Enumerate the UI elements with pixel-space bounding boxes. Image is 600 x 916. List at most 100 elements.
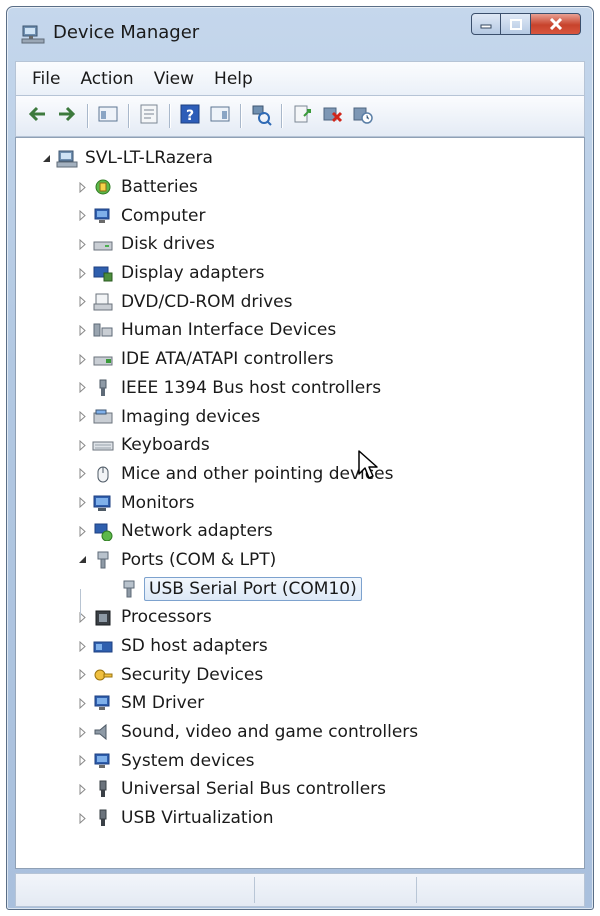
expand-arrow-icon[interactable] — [76, 697, 88, 709]
tree-item-label: Computer — [121, 205, 206, 226]
tree-item[interactable]: Monitors — [16, 488, 584, 517]
imaging-device-icon — [92, 407, 114, 427]
tree-item-label: DVD/CD-ROM drives — [121, 291, 293, 312]
disk-drive-icon — [92, 234, 114, 254]
display-adapter-icon — [92, 263, 114, 283]
tree-item[interactable]: Human Interface Devices — [16, 316, 584, 345]
expand-arrow-icon[interactable] — [76, 812, 88, 824]
toolbar-separator — [87, 104, 88, 128]
maximize-button[interactable] — [501, 13, 531, 35]
scan-hardware-changes-button[interactable] — [249, 104, 273, 128]
expand-arrow-icon[interactable] — [76, 296, 88, 308]
expand-arrow-icon[interactable] — [76, 611, 88, 623]
menu-view[interactable]: View — [144, 65, 204, 93]
expand-arrow-icon[interactable] — [76, 497, 88, 509]
menu-help[interactable]: Help — [204, 65, 263, 93]
tree-root-computer[interactable]: SVL-LT-LRazera — [16, 144, 584, 173]
tree-guide-line — [80, 589, 81, 617]
back-arrow-button[interactable] — [25, 104, 49, 128]
expand-arrow-icon[interactable] — [76, 525, 88, 537]
disable-device-button[interactable] — [350, 104, 374, 128]
tree-item-label: Disk drives — [121, 234, 215, 255]
tree-item[interactable]: Imaging devices — [16, 402, 584, 431]
expand-arrow-icon[interactable] — [76, 669, 88, 681]
close-button[interactable] — [531, 13, 581, 35]
show-hide-console-tree-button[interactable] — [96, 104, 120, 128]
tree-item[interactable]: Security Devices — [16, 660, 584, 689]
expand-arrow-icon[interactable] — [76, 783, 88, 795]
tree-item[interactable]: Batteries — [16, 173, 584, 202]
svg-text:?: ? — [186, 108, 194, 124]
tree-item[interactable]: Ports (COM & LPT) — [16, 546, 584, 575]
tree-item-label: Human Interface Devices — [121, 320, 337, 341]
action-pane-icon — [208, 102, 232, 130]
minimize-icon — [480, 24, 492, 29]
disable-device-icon — [350, 102, 374, 130]
expand-arrow-icon[interactable] — [76, 468, 88, 480]
expand-arrow-icon[interactable] — [76, 267, 88, 279]
tree-item[interactable]: Computer — [16, 201, 584, 230]
help-button[interactable]: ? — [178, 104, 202, 128]
action-pane-button[interactable] — [208, 104, 232, 128]
dvd-drive-icon — [92, 292, 114, 312]
uninstall-button[interactable] — [320, 104, 344, 128]
tree-item[interactable]: System devices — [16, 746, 584, 775]
menu-action[interactable]: Action — [70, 65, 143, 93]
tree-item[interactable]: IDE ATA/ATAPI controllers — [16, 345, 584, 374]
expand-arrow-icon[interactable] — [76, 324, 88, 336]
minimize-button[interactable] — [471, 13, 501, 35]
expand-arrow-icon[interactable] — [76, 181, 88, 193]
tree-item[interactable]: Mice and other pointing devices — [16, 460, 584, 489]
tree-item[interactable]: SM Driver — [16, 689, 584, 718]
status-bar — [15, 873, 585, 907]
menu-file[interactable]: File — [22, 65, 70, 93]
tree-item-label: Processors — [121, 607, 212, 628]
tree-item[interactable]: Display adapters — [16, 259, 584, 288]
status-separator — [254, 877, 255, 903]
tree-item-selected[interactable]: USB Serial Port (COM10) — [16, 574, 584, 603]
tree-item[interactable]: Keyboards — [16, 431, 584, 460]
tree-item-label: SD host adapters — [121, 636, 268, 657]
forward-arrow-icon — [55, 102, 79, 130]
monitor-icon — [92, 493, 114, 513]
tree-item[interactable]: Processors — [16, 603, 584, 632]
mouse-cursor-icon — [358, 450, 378, 479]
expand-arrow-icon[interactable] — [76, 755, 88, 767]
expand-arrow-icon[interactable] — [76, 439, 88, 451]
expand-arrow-icon[interactable] — [76, 353, 88, 365]
tree-item[interactable]: USB Virtualization — [16, 804, 584, 833]
collapse-arrow-icon[interactable] — [76, 554, 88, 566]
expand-arrow-icon[interactable] — [76, 382, 88, 394]
tree-item[interactable]: DVD/CD-ROM drives — [16, 287, 584, 316]
tree-item[interactable]: SD host adapters — [16, 632, 584, 661]
tree-item-label: Network adapters — [121, 521, 273, 542]
tree-item-label: Monitors — [121, 492, 195, 513]
tree-item-label: IEEE 1394 Bus host controllers — [121, 377, 382, 398]
close-icon — [549, 18, 562, 30]
collapse-arrow-icon[interactable] — [40, 152, 52, 164]
properties-button[interactable] — [137, 104, 161, 128]
title-bar[interactable]: Device Manager — [7, 7, 593, 55]
tree-item-label: Sound, video and game controllers — [121, 722, 419, 743]
toolbar-separator — [169, 104, 170, 128]
sd-adapter-icon — [92, 636, 114, 656]
tree-item[interactable]: Universal Serial Bus controllers — [16, 775, 584, 804]
security-device-icon — [92, 665, 114, 685]
tree-item[interactable]: Sound, video and game controllers — [16, 718, 584, 747]
expand-arrow-icon[interactable] — [76, 238, 88, 250]
tree-item[interactable]: Network adapters — [16, 517, 584, 546]
tree-item[interactable]: IEEE 1394 Bus host controllers — [16, 374, 584, 403]
expand-arrow-icon[interactable] — [76, 726, 88, 738]
tree-item[interactable]: Disk drives — [16, 230, 584, 259]
expand-arrow-icon[interactable] — [76, 640, 88, 652]
tree-item-label: Ports (COM & LPT) — [121, 549, 277, 570]
tree-item-label: SVL-LT-LRazera — [85, 148, 213, 169]
expand-arrow-icon[interactable] — [76, 210, 88, 222]
forward-arrow-button[interactable] — [55, 104, 79, 128]
tree-item-label: IDE ATA/ATAPI controllers — [121, 349, 334, 370]
expand-arrow-icon[interactable] — [76, 411, 88, 423]
device-tree-pane[interactable]: SVL-LT-LRazera Batteries Computer Disk driv… — [15, 137, 585, 869]
tree-item-label: System devices — [121, 750, 255, 771]
toolbar-separator — [281, 104, 282, 128]
update-driver-button[interactable] — [290, 104, 314, 128]
